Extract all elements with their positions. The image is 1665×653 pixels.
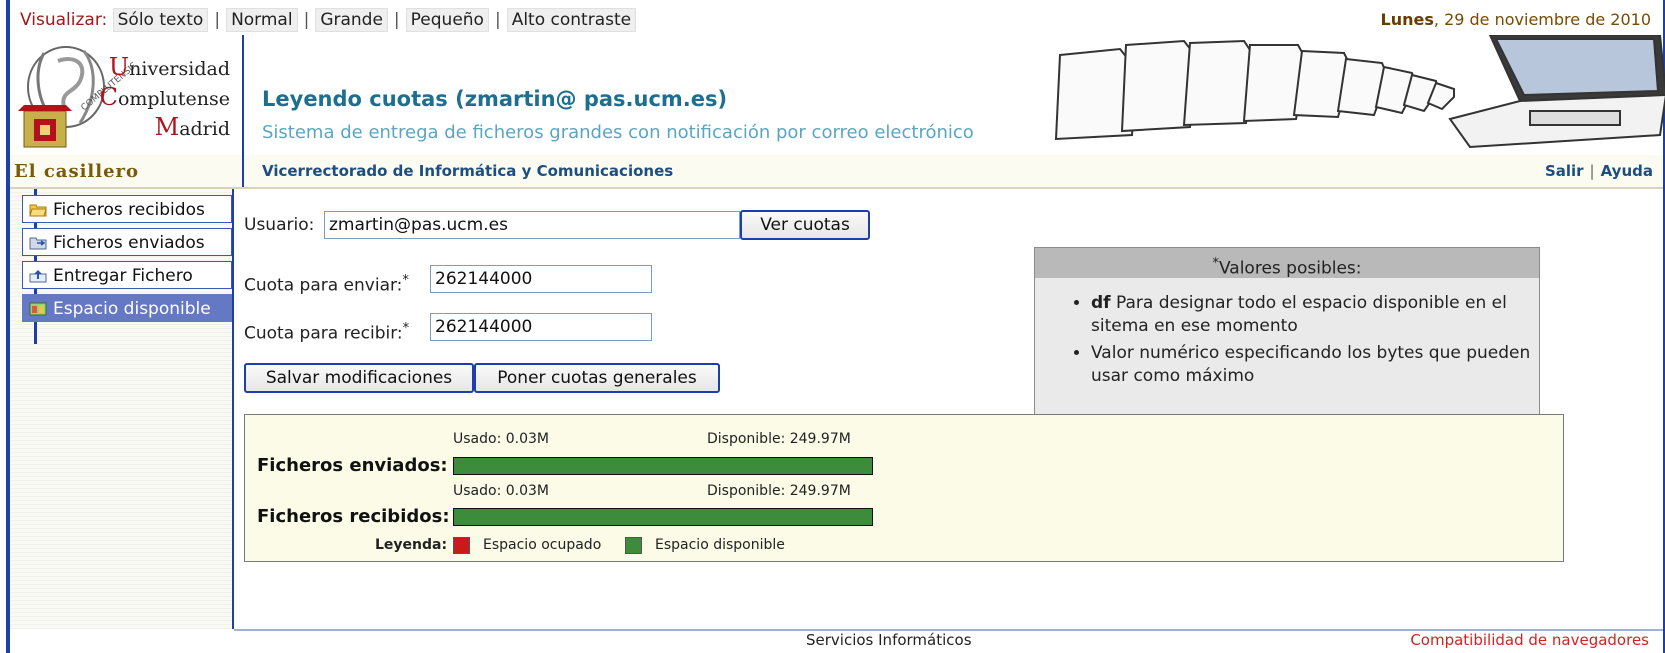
usuario-input[interactable] (324, 211, 740, 239)
date-rest: , 29 de noviembre de 2010 (1433, 10, 1651, 29)
enviados-usage-bar (453, 457, 873, 475)
sidebar-item-label: Espacio disponible (53, 299, 211, 319)
sidebar-item-espacio-disponible[interactable]: Espacio disponible (22, 294, 232, 322)
usage-panel: Usado: 0.03M Disponible: 249.97M Fichero… (244, 414, 1564, 562)
recibidos-usage-bar (453, 508, 873, 526)
browser-compat-link[interactable]: Compatibilidad de navegadores (1410, 631, 1649, 649)
legend-ocupado-text: Espacio ocupado (483, 537, 602, 553)
university-logo[interactable]: COMPLUTENSIS Universidad Complutense Mad… (10, 35, 244, 155)
legend-ocupado-swatch (453, 537, 470, 554)
enviados-label: Ficheros enviados: (257, 455, 448, 476)
sidebar-item-ficheros-recibidos[interactable]: Ficheros recibidos (22, 195, 232, 223)
visualizar-group: Visualizar: Sólo texto | Normal | Grande | Peq… (20, 8, 637, 32)
view-normal-link[interactable]: Normal (226, 8, 298, 32)
sidebar-item-label: Entregar Fichero (53, 266, 193, 286)
enviados-usado: Usado: 0.03M (453, 431, 549, 447)
list-item: df Para designar todo el espacio disponi… (1091, 292, 1539, 338)
visualizar-label: Visualizar: (20, 10, 108, 30)
valores-title: *Valores posibles: (1035, 248, 1539, 279)
sidebar-item-label: Ficheros enviados (53, 233, 205, 253)
footer-servicios: Servicios Informáticos (806, 631, 972, 649)
enviados-disponible: Disponible: 249.97M (707, 431, 851, 447)
sent-folder-icon (29, 237, 47, 250)
ayuda-link[interactable]: Ayuda (1601, 162, 1653, 180)
salir-link[interactable]: Salir (1545, 162, 1584, 180)
upload-icon (29, 270, 47, 283)
footer: Servicios Informáticos Compatibilidad de… (10, 631, 1663, 653)
valores-posibles-box: *Valores posibles: df Para designar todo… (1034, 247, 1540, 415)
vicerrectorado-label: Vicerrectorado de Informática y Comunica… (262, 162, 674, 180)
site-header: COMPLUTENSIS Universidad Complutense Mad… (10, 35, 1665, 156)
page: Visualizar: Sólo texto | Normal | Grande | Peq… (0, 0, 1665, 653)
sidebar: Ficheros recibidos Ficheros enviados Ent… (10, 189, 234, 629)
header-links: Salir | Ayuda (1544, 162, 1653, 180)
usuario-label: Usuario: (244, 215, 315, 235)
uni-line-3: adrid (179, 118, 230, 140)
uni-line-2: omplutense (117, 88, 230, 110)
display-options-bar: Visualizar: Sólo texto | Normal | Grande | Peq… (10, 0, 1663, 36)
recibidos-usado: Usado: 0.03M (453, 483, 549, 499)
current-date: Lunes, 29 de noviembre de 2010 (1381, 10, 1651, 29)
navigation-strip: El casillero Vicerrectorado de Informáti… (10, 155, 1663, 189)
legend-disponible-swatch (625, 537, 642, 554)
cuota-enviar-label: Cuota para enviar:* (244, 273, 409, 296)
date-day: Lunes (1380, 10, 1434, 29)
university-name: Universidad Complutense Madrid (99, 53, 230, 141)
view-large-link[interactable]: Grande (315, 8, 388, 32)
recibidos-label: Ficheros recibidos: (257, 506, 450, 527)
cuota-recibir-label: Cuota para recibir:* (244, 321, 410, 344)
ver-cuotas-button[interactable]: Ver cuotas (740, 210, 870, 240)
view-high-contrast-link[interactable]: Alto contraste (506, 8, 637, 32)
view-small-link[interactable]: Pequeño (405, 8, 489, 32)
salvar-modificaciones-button[interactable]: Salvar modificaciones (244, 363, 474, 393)
disk-space-icon (29, 302, 47, 316)
cuota-recibir-input[interactable] (430, 313, 652, 341)
section-title: El casillero (14, 161, 140, 182)
valores-list: df Para designar todo el espacio disponi… (1035, 292, 1539, 388)
page-subtitle: Sistema de entrega de ficheros grandes c… (262, 122, 974, 143)
list-item: Valor numérico especificando los bytes q… (1091, 342, 1539, 388)
recibidos-disponible: Disponible: 249.97M (707, 483, 851, 499)
folder-open-icon (29, 204, 47, 217)
sidebar-item-label: Ficheros recibidos (53, 200, 205, 220)
sidebar-item-entregar-fichero[interactable]: Entregar Fichero (22, 261, 232, 289)
cuota-enviar-input[interactable] (430, 265, 652, 293)
view-text-only-link[interactable]: Sólo texto (112, 8, 209, 32)
legend-disponible-text: Espacio disponible (655, 537, 785, 553)
page-title: Leyendo cuotas (zmartin@ pas.ucm.es) (262, 87, 728, 111)
legend-label: Leyenda: (375, 537, 448, 553)
poner-cuotas-generales-button[interactable]: Poner cuotas generales (474, 363, 720, 393)
main-content: Usuario: Ver cuotas Cuota para enviar:* … (234, 189, 1663, 631)
uni-line-1: niversidad (129, 58, 230, 80)
sidebar-item-ficheros-enviados[interactable]: Ficheros enviados (22, 228, 232, 256)
flying-papers-laptop-illustration (1054, 35, 1665, 149)
